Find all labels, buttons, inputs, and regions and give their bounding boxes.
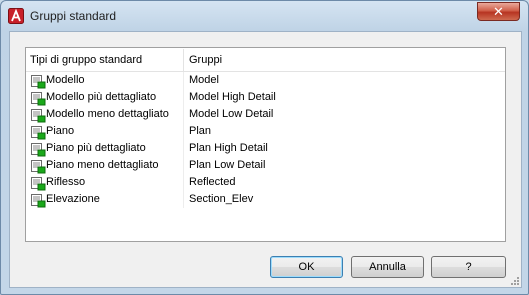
close-icon: ✕ [493, 4, 504, 19]
group-value[interactable]: Model High Detail [189, 91, 276, 103]
list-item[interactable]: Piano meno dettagliato Plan Low Detail [26, 157, 505, 174]
display-group-icon [30, 90, 46, 106]
resize-grip-icon[interactable] [510, 276, 520, 286]
group-type-label: Modello più dettagliato [46, 91, 157, 103]
group-type-label: Piano più dettagliato [46, 142, 146, 154]
group-type-label: Modello meno dettagliato [46, 108, 169, 120]
cancel-button[interactable]: Annulla [351, 256, 424, 278]
group-value[interactable]: Model [189, 74, 219, 86]
list-item[interactable]: Piano più dettagliato Plan High Detail [26, 140, 505, 157]
autocad-icon [8, 8, 24, 24]
group-type-label: Modello [46, 74, 85, 86]
group-type-label: Riflesso [46, 176, 86, 188]
ok-button[interactable]: OK [270, 256, 343, 278]
help-button[interactable]: ? [431, 256, 506, 278]
group-value[interactable]: Reflected [189, 176, 235, 188]
group-value[interactable]: Model Low Detail [189, 108, 273, 120]
display-group-icon [30, 175, 46, 191]
list-item[interactable]: Riflesso Reflected [26, 174, 505, 191]
close-button[interactable]: ✕ [477, 2, 520, 21]
list-item[interactable]: Elevazione Section_Elev [26, 191, 505, 208]
column-header-types[interactable]: Tipi di gruppo standard [30, 54, 142, 66]
column-divider[interactable] [183, 49, 184, 71]
dialog-window: Gruppi standard ✕ Tipi di gruppo standar… [0, 0, 529, 295]
group-type-label: Piano meno dettagliato [46, 159, 159, 171]
group-list[interactable]: Tipi di gruppo standard Gruppi Modello Mo… [25, 47, 506, 242]
list-item[interactable]: Modello meno dettagliato Model Low Detail [26, 106, 505, 123]
display-group-icon [30, 73, 46, 89]
list-item[interactable]: Piano Plan [26, 123, 505, 140]
dialog-body: Tipi di gruppo standard Gruppi Modello Mo… [9, 31, 522, 288]
list-item[interactable]: Modello più dettagliato Model High Detail [26, 89, 505, 106]
group-value[interactable]: Plan High Detail [189, 142, 268, 154]
display-group-icon [30, 192, 46, 208]
group-value[interactable]: Section_Elev [189, 193, 253, 205]
title-bar[interactable]: Gruppi standard ✕ [1, 1, 528, 31]
display-group-icon [30, 124, 46, 140]
group-value[interactable]: Plan [189, 125, 211, 137]
display-group-icon [30, 158, 46, 174]
list-header: Tipi di gruppo standard Gruppi [26, 48, 505, 72]
list-item[interactable]: Modello Model [26, 72, 505, 89]
group-value[interactable]: Plan Low Detail [189, 159, 265, 171]
display-group-icon [30, 141, 46, 157]
window-title: Gruppi standard [30, 9, 117, 23]
group-type-label: Piano [46, 125, 75, 137]
display-group-icon [30, 107, 46, 123]
group-type-label: Elevazione [46, 193, 100, 205]
column-header-groups[interactable]: Gruppi [189, 54, 222, 66]
list-rows: Modello Model Modello più dettagliato Model… [26, 72, 505, 208]
